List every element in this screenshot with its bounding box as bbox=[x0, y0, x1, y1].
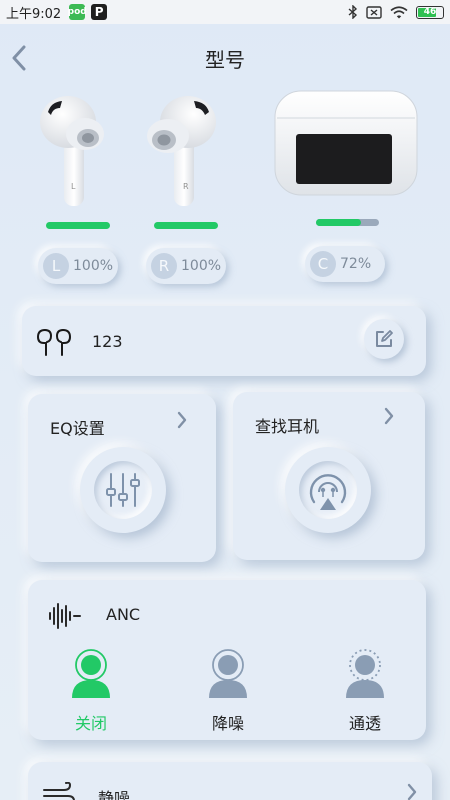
eq-settings-card[interactable]: EQ设置 bbox=[28, 394, 216, 562]
right-battery-pill: R 100% bbox=[146, 248, 226, 284]
right-battery-bar bbox=[154, 222, 218, 229]
left-earbud-image: L bbox=[40, 96, 104, 206]
left-battery-pill: L 100% bbox=[38, 248, 118, 284]
sound-wave-icon bbox=[49, 603, 81, 629]
device-name-card: 123 bbox=[22, 306, 426, 376]
sim-disabled-icon bbox=[366, 5, 382, 19]
transparency-label: 通透 bbox=[348, 714, 381, 733]
header: 型号 bbox=[0, 40, 450, 76]
status-time: 上午9:02 bbox=[6, 6, 62, 22]
charging-case-image bbox=[274, 90, 418, 196]
anc-mode-off[interactable]: 关闭 bbox=[46, 648, 136, 734]
anc-off-person-icon bbox=[72, 649, 110, 698]
quiet-card[interactable]: 静噪 bbox=[28, 762, 432, 800]
battery-level: 46 bbox=[423, 7, 437, 17]
page-title: 型号 bbox=[205, 47, 245, 72]
right-battery-percent: 100% bbox=[181, 258, 222, 274]
locate-earbuds-icon bbox=[309, 474, 347, 510]
edit-icon bbox=[376, 330, 393, 347]
right-side-badge: R bbox=[151, 253, 177, 279]
left-side-badge: L bbox=[43, 253, 69, 279]
chevron-right-icon bbox=[407, 783, 417, 800]
anc-off-label: 关闭 bbox=[74, 714, 107, 733]
noise-cancel-label: 降噪 bbox=[211, 714, 244, 733]
chevron-left-icon bbox=[12, 45, 26, 71]
case-battery-fill bbox=[316, 219, 362, 226]
svg-text:L: L bbox=[71, 182, 76, 191]
anc-mode-transparency[interactable]: 通透 bbox=[320, 648, 410, 734]
find-earbuds-title: 查找耳机 bbox=[255, 417, 320, 436]
anc-card: ANC 关闭 降噪 通透 bbox=[28, 580, 426, 740]
status-bar: 上午9:02 pod P 46 bbox=[0, 0, 450, 24]
earbuds-icon bbox=[36, 329, 72, 356]
right-earbud-image: R bbox=[147, 96, 216, 206]
case-battery-pill: C 72% bbox=[305, 246, 385, 282]
left-battery-bar bbox=[46, 222, 110, 229]
svg-text:R: R bbox=[183, 182, 189, 191]
transparency-person-icon bbox=[346, 649, 384, 698]
find-earbuds-card[interactable]: 查找耳机 bbox=[233, 392, 425, 560]
wifi-icon bbox=[390, 5, 408, 18]
case-side-badge: C bbox=[310, 251, 336, 277]
bluetooth-icon bbox=[348, 5, 358, 19]
noise-cancel-person-icon bbox=[209, 649, 247, 698]
equalizer-sliders-icon bbox=[106, 473, 140, 507]
wind-icon bbox=[43, 782, 75, 800]
chevron-right-icon bbox=[177, 411, 187, 429]
rename-button[interactable] bbox=[364, 319, 404, 359]
anc-mode-noise-cancel[interactable]: 降噪 bbox=[183, 648, 273, 734]
quiet-title: 静噪 bbox=[98, 789, 131, 800]
chevron-right-icon bbox=[384, 407, 394, 425]
anc-title: ANC bbox=[106, 605, 141, 624]
battery-icon: 46 bbox=[416, 5, 444, 19]
pod-app-icon: pod bbox=[68, 4, 87, 20]
case-battery-percent: 72% bbox=[340, 256, 372, 272]
eq-button[interactable] bbox=[80, 447, 166, 533]
find-earbuds-button[interactable] bbox=[285, 447, 371, 533]
case-battery-bar bbox=[316, 219, 379, 226]
back-button[interactable] bbox=[6, 44, 32, 72]
p-app-icon: P bbox=[91, 4, 108, 20]
eq-settings-title: EQ设置 bbox=[50, 419, 105, 438]
left-battery-percent: 100% bbox=[73, 258, 114, 274]
device-name: 123 bbox=[92, 332, 123, 351]
